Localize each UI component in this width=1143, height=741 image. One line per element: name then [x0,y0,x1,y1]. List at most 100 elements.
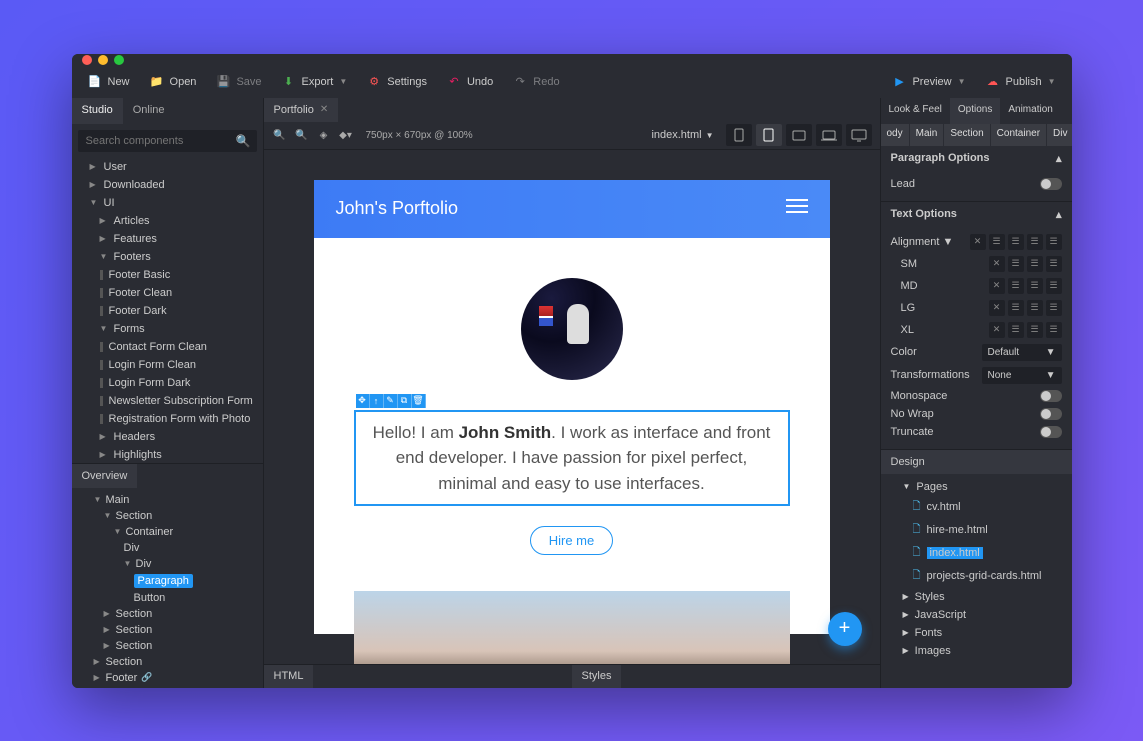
ov-div2[interactable]: ▼Div [72,556,263,572]
design-images[interactable]: ▶Images [881,642,1072,660]
close-window-button[interactable] [82,55,92,65]
up-handle[interactable]: ↑ [370,394,384,408]
save-button[interactable]: 💾Save [208,71,269,93]
bc-main[interactable]: Main [910,124,945,146]
ov-paragraph[interactable]: Paragraph [72,572,263,590]
tree-forms[interactable]: ▼Forms [72,320,263,338]
device-tablet-portrait[interactable] [756,124,782,146]
tree-headers[interactable]: ▶Headers [72,428,263,446]
tree-ui[interactable]: ▼UI [72,194,263,212]
ov-section5[interactable]: ▶Section [72,654,263,670]
sm-left[interactable]: ☰ [1008,256,1024,272]
color-select[interactable]: Default▼ [982,344,1062,361]
selected-paragraph[interactable]: ✥ ↑ ✎ ⧉ 🗑 Hello! I am John Smith. I work… [354,410,790,507]
new-button[interactable]: 📄New [80,71,138,93]
tree-user[interactable]: ▶User [72,158,263,176]
xl-center[interactable]: ☰ [1027,322,1043,338]
md-none[interactable]: ✕ [989,278,1005,294]
align-justify[interactable]: ☰ [1046,234,1062,250]
online-tab[interactable]: Online [123,98,175,124]
sm-none[interactable]: ✕ [989,256,1005,272]
align-left[interactable]: ☰ [989,234,1005,250]
lg-right[interactable]: ☰ [1046,300,1062,316]
xl-right[interactable]: ☰ [1046,322,1062,338]
bc-container[interactable]: Container [991,124,1047,146]
ov-div1[interactable]: Div [72,540,263,556]
file-cv[interactable]: 🗋cv.html [881,496,1072,519]
page-header[interactable]: John's Porftolio [314,180,830,238]
text-options-header[interactable]: Text Options▴ [881,202,1072,227]
export-button[interactable]: ⬇Export▼ [274,71,356,93]
transformations-select[interactable]: None▼ [982,367,1062,384]
eye-icon[interactable]: ◈ [316,127,332,143]
ov-section[interactable]: ▼Section [72,508,263,524]
truncate-toggle[interactable] [1040,426,1062,438]
canvas-viewport[interactable]: John's Porftolio ✥ ↑ ✎ ⧉ 🗑 [264,150,880,664]
layers-icon[interactable]: ◆▾ [338,127,354,143]
device-tablet-landscape[interactable] [786,124,812,146]
search-components-input[interactable] [78,130,257,152]
edit-handle[interactable]: ✎ [384,394,398,408]
intro-paragraph[interactable]: Hello! I am John Smith. I work as interf… [372,420,772,497]
file-projects[interactable]: 🗋projects-grid-cards.html [881,565,1072,588]
settings-button[interactable]: ⚙Settings [359,71,435,93]
monospace-toggle[interactable] [1040,390,1062,402]
bc-body[interactable]: ody [881,124,910,146]
device-mobile[interactable] [726,124,752,146]
hero-image[interactable] [354,591,790,664]
undo-button[interactable]: ↶Undo [439,71,501,93]
align-center[interactable]: ☰ [1008,234,1024,250]
design-panel-header[interactable]: Design [881,450,1072,474]
lg-left[interactable]: ☰ [1008,300,1024,316]
lg-none[interactable]: ✕ [989,300,1005,316]
ov-section4[interactable]: ▶Section [72,638,263,654]
html-tab[interactable]: HTML [264,665,314,688]
redo-button[interactable]: ↷Redo [505,71,567,93]
tree-footer-clean[interactable]: Footer Clean [72,284,263,302]
xl-left[interactable]: ☰ [1008,322,1024,338]
xl-none[interactable]: ✕ [989,322,1005,338]
sm-center[interactable]: ☰ [1027,256,1043,272]
tree-highlights[interactable]: ▶Highlights [72,446,263,463]
design-styles[interactable]: ▶Styles [881,588,1072,606]
ov-section2[interactable]: ▶Section [72,606,263,622]
component-tree[interactable]: ▶User ▶Downloaded ▼UI ▶Articles ▶Feature… [72,158,263,463]
studio-tab[interactable]: Studio [72,98,123,124]
design-pages[interactable]: ▼Pages [881,478,1072,496]
lead-toggle[interactable] [1040,178,1062,190]
tree-footers[interactable]: ▼Footers [72,248,263,266]
zoom-in-icon[interactable]: 🔍 [272,127,288,143]
look-feel-tab[interactable]: Look & Feel [881,98,950,124]
tree-registration[interactable]: Registration Form with Photo [72,410,263,428]
bc-section[interactable]: Section [944,124,990,146]
document-tab[interactable]: Portfolio✕ [264,98,339,122]
maximize-window-button[interactable] [114,55,124,65]
design-javascript[interactable]: ▶JavaScript [881,606,1072,624]
animation-tab[interactable]: Animation [1000,98,1060,124]
page-canvas[interactable]: John's Porftolio ✥ ↑ ✎ ⧉ 🗑 [314,180,830,634]
paragraph-options-header[interactable]: Paragraph Options▴ [881,146,1072,171]
ov-container[interactable]: ▼Container [72,524,263,540]
overview-tab[interactable]: Overview [72,464,138,488]
copy-handle[interactable]: ⧉ [398,394,412,408]
preview-button[interactable]: ▶Preview▼ [884,71,973,93]
device-desktop[interactable] [846,124,872,146]
hire-me-button[interactable]: Hire me [530,526,614,555]
tree-footer-basic[interactable]: Footer Basic [72,266,263,284]
zoom-out-icon[interactable]: 🔍 [294,127,310,143]
ov-footer[interactable]: ▶Footer 🔗 [72,670,263,686]
bc-div[interactable]: Div [1047,124,1071,146]
align-none[interactable]: ✕ [970,234,986,250]
add-fab-button[interactable]: + [828,612,862,646]
styles-tab[interactable]: Styles [572,665,622,688]
sm-right[interactable]: ☰ [1046,256,1062,272]
tree-features[interactable]: ▶Features [72,230,263,248]
tree-downloaded[interactable]: ▶Downloaded [72,176,263,194]
design-fonts[interactable]: ▶Fonts [881,624,1072,642]
tree-login-dark[interactable]: Login Form Dark [72,374,263,392]
lg-center[interactable]: ☰ [1027,300,1043,316]
md-right[interactable]: ☰ [1046,278,1062,294]
close-tab-icon[interactable]: ✕ [320,104,328,115]
ov-main[interactable]: ▼Main [72,492,263,508]
avatar-image[interactable] [521,278,623,380]
